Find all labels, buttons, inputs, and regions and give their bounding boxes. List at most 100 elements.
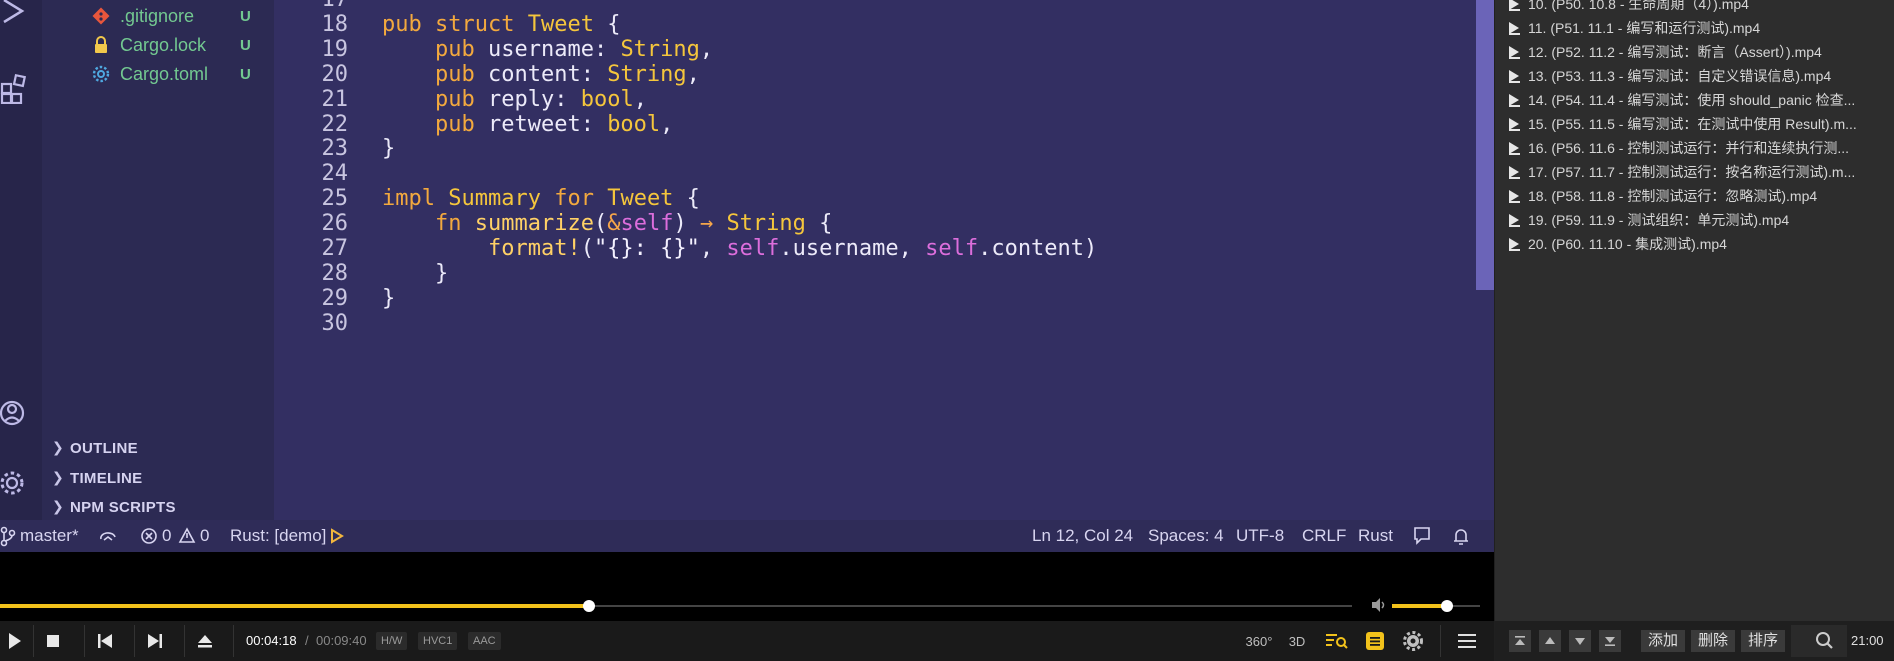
current-time: 00:04:18 bbox=[246, 633, 297, 648]
volume-level bbox=[1392, 604, 1447, 608]
notifications-bell-icon[interactable] bbox=[1452, 520, 1470, 552]
divider bbox=[84, 625, 85, 657]
settings-button[interactable] bbox=[1396, 621, 1430, 661]
playlist-item-title: 18. (P58. 11.8 - 控制测试运行：忽略测试).mp4 bbox=[1528, 188, 1818, 204]
play-button[interactable] bbox=[0, 621, 32, 661]
play-icon bbox=[9, 633, 21, 649]
git-branch[interactable]: master* bbox=[20, 520, 79, 552]
skip-back-icon bbox=[98, 634, 112, 648]
video-frame[interactable]: .gitignore U Cargo.lock U Cargo.toml U ❯… bbox=[0, 0, 1494, 552]
git-branch-icon[interactable] bbox=[0, 520, 16, 552]
vr-360-button[interactable]: 360° bbox=[1242, 621, 1276, 661]
eject-icon bbox=[198, 635, 212, 648]
playlist-item-title: 14. (P54. 11.4 - 编写测试：使用 should_panic 检查… bbox=[1528, 92, 1856, 108]
playlist-item-title: 20. (P60. 11.10 - 集成测试).mp4 bbox=[1528, 236, 1727, 252]
move-bottom-button[interactable] bbox=[1599, 630, 1621, 652]
playlist-item[interactable]: 17. (P57. 11.7 - 控制测试运行：按名称运行测试).m... bbox=[1495, 160, 1894, 184]
playlist-item-title: 15. (P55. 11.5 - 编写测试：在测试中使用 Result).m..… bbox=[1528, 116, 1857, 132]
playlist-item[interactable]: 20. (P60. 11.10 - 集成测试).mp4 bbox=[1495, 232, 1894, 256]
volume-icon[interactable] bbox=[1370, 596, 1388, 614]
playlist-item-title: 16. (P56. 11.6 - 控制测试运行：并行和连续执行测... bbox=[1528, 140, 1850, 156]
file-name: Cargo.lock bbox=[120, 34, 207, 55]
code-token: } bbox=[382, 136, 396, 162]
playlist-item[interactable]: 18. (P58. 11.8 - 控制测试运行：忽略测试).mp4 bbox=[1495, 184, 1894, 208]
audio-codec-badge[interactable]: AAC bbox=[468, 632, 501, 650]
line-ending[interactable]: CRLF bbox=[1302, 520, 1346, 552]
cursor-position[interactable]: Ln 12, Col 24 bbox=[1032, 520, 1133, 552]
playlist-item[interactable]: 11. (P51. 11.1 - 编写和运行测试).mp4 bbox=[1495, 16, 1894, 40]
add-button[interactable]: 添加 bbox=[1641, 630, 1685, 652]
rust-analyzer-status[interactable]: Rust: [demo] bbox=[230, 520, 326, 552]
run-debug-icon[interactable] bbox=[0, 0, 28, 28]
run-triangle-icon[interactable] bbox=[330, 520, 344, 552]
code-editor[interactable]: 1718pub struct Tweet {19 pub username: S… bbox=[274, 0, 1494, 520]
delete-button[interactable]: 删除 bbox=[1691, 630, 1735, 652]
seek-handle[interactable] bbox=[583, 600, 596, 612]
move-down-button[interactable] bbox=[1569, 630, 1591, 652]
indentation[interactable]: Spaces: 4 bbox=[1148, 520, 1224, 552]
settings-gear-icon[interactable] bbox=[0, 466, 28, 500]
git-status-badge: U bbox=[240, 36, 251, 54]
code-token: ( bbox=[580, 236, 594, 261]
code-token: pub bbox=[434, 36, 475, 62]
sort-button[interactable]: 排序 bbox=[1741, 630, 1785, 652]
code-token: ) bbox=[673, 211, 700, 237]
move-top-button[interactable] bbox=[1509, 630, 1531, 652]
status-bar: master* 0 0 Rust: [demo] Ln 12, Col 24 S… bbox=[0, 520, 1494, 552]
code-token: reply: bbox=[474, 86, 581, 112]
playlist-toggle-button[interactable] bbox=[1358, 621, 1392, 661]
code-token: & bbox=[607, 211, 621, 237]
playlist-search-button[interactable] bbox=[1791, 625, 1847, 657]
problems-indicator[interactable] bbox=[140, 520, 158, 552]
file-cargo-lock[interactable]: Cargo.lock U bbox=[42, 31, 274, 59]
playlist-item-title: 19. (P59. 11.9 - 测试组织：单元测试).mp4 bbox=[1528, 212, 1790, 228]
play-file-icon bbox=[1509, 0, 1520, 11]
divider bbox=[233, 625, 234, 657]
divider bbox=[1440, 625, 1441, 657]
menu-button[interactable] bbox=[1450, 621, 1484, 661]
code-token: pub bbox=[382, 11, 422, 37]
warning-count: 0 bbox=[200, 526, 210, 545]
playlist-item[interactable]: 13. (P53. 11.3 - 编写测试：自定义错误信息).mp4 bbox=[1495, 64, 1894, 88]
stop-button[interactable] bbox=[36, 621, 70, 661]
playlist-item[interactable]: 12. (P52. 11.2 - 编写测试：断言（Assert）).mp4 bbox=[1495, 40, 1894, 64]
play-file-icon bbox=[1509, 238, 1520, 251]
code-token: self bbox=[726, 236, 780, 261]
3d-button[interactable]: 3D bbox=[1280, 621, 1314, 661]
extensions-icon[interactable] bbox=[0, 70, 28, 105]
playlist-item[interactable]: 14. (P54. 11.4 - 编写测试：使用 should_panic 检查… bbox=[1495, 88, 1894, 112]
code-token: impl bbox=[382, 186, 435, 212]
editor-scrollbar[interactable] bbox=[1476, 0, 1494, 290]
code-token: , bbox=[699, 36, 714, 62]
file-cargo-toml[interactable]: Cargo.toml U bbox=[42, 60, 274, 88]
volume-handle[interactable] bbox=[1440, 600, 1453, 612]
sync-icon[interactable] bbox=[98, 520, 118, 552]
subtitle-search-button[interactable] bbox=[1320, 621, 1354, 661]
playlist-item[interactable]: 15. (P55. 11.5 - 编写测试：在测试中使用 Result).m..… bbox=[1495, 112, 1894, 136]
feedback-icon[interactable] bbox=[1412, 520, 1432, 552]
panel-npm-scripts[interactable]: ❯ NPM SCRIPTS bbox=[52, 492, 176, 522]
video-codec-badge[interactable]: HVC1 bbox=[418, 632, 458, 650]
code-line[interactable]: 30 bbox=[274, 309, 1474, 339]
eject-button[interactable] bbox=[188, 621, 222, 661]
lock-icon bbox=[92, 35, 110, 55]
play-file-icon bbox=[1509, 46, 1520, 59]
file-gitignore[interactable]: .gitignore U bbox=[42, 2, 274, 30]
playlist-item[interactable]: 10. (P50. 10.8 - 生命周期（4）).mp4 bbox=[1495, 0, 1894, 16]
playlist-item[interactable]: 19. (P59. 11.9 - 测试组织：单元测试).mp4 bbox=[1495, 208, 1894, 232]
hw-decode-badge[interactable]: H/W bbox=[376, 632, 408, 650]
next-button[interactable] bbox=[138, 621, 172, 661]
language-mode[interactable]: Rust bbox=[1358, 520, 1393, 552]
file-name: .gitignore bbox=[120, 5, 195, 26]
panel-timeline[interactable]: ❯ TIMELINE bbox=[52, 463, 142, 493]
move-up-button[interactable] bbox=[1539, 630, 1561, 652]
code-token: pub bbox=[434, 111, 475, 137]
encoding[interactable]: UTF-8 bbox=[1236, 520, 1284, 552]
playlist-item[interactable]: 16. (P56. 11.6 - 控制测试运行：并行和连续执行测... bbox=[1495, 136, 1894, 160]
panel-outline[interactable]: ❯ OUTLINE bbox=[52, 433, 138, 463]
account-icon[interactable] bbox=[0, 396, 28, 430]
clock: 21:00 bbox=[1851, 633, 1884, 648]
previous-button[interactable] bbox=[88, 621, 122, 661]
